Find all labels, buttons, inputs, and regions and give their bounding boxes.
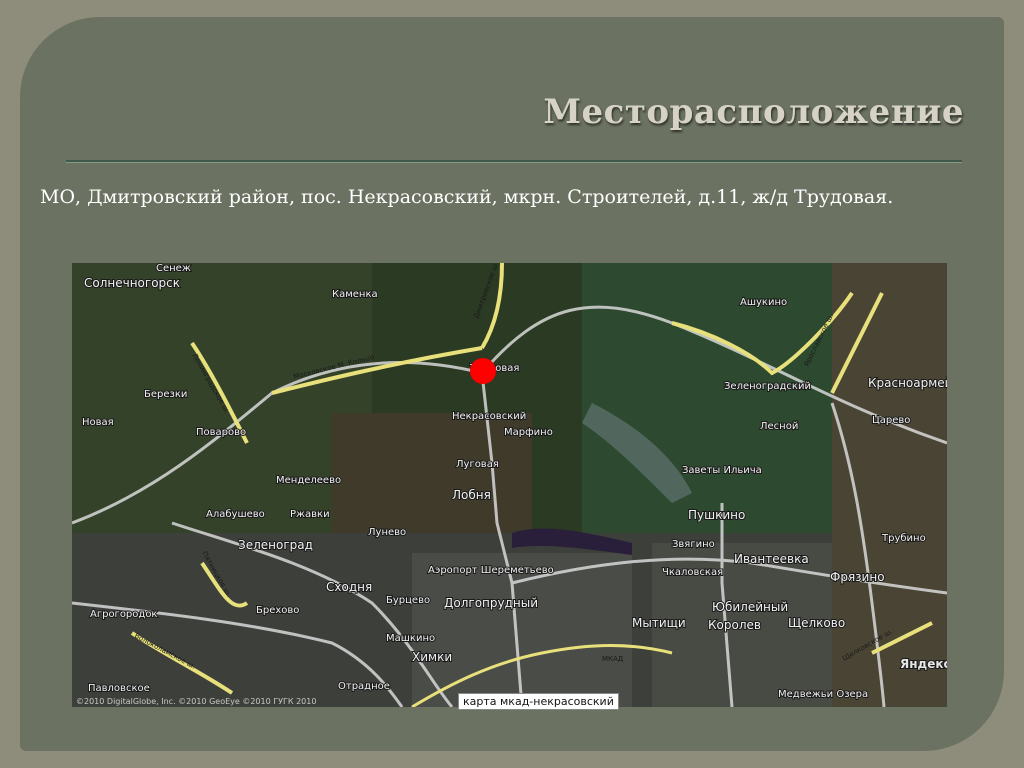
place-label: Отрадное: [338, 681, 390, 692]
place-label: Марфино: [504, 427, 553, 438]
place-label: Химки: [412, 650, 452, 664]
place-label: Ашукино: [740, 297, 787, 308]
place-label: Павловское: [88, 683, 150, 694]
terrain-fields-e: [832, 263, 947, 707]
place-label: Поварово: [196, 427, 246, 438]
place-label: Аэропорт Шереметьево: [428, 565, 554, 576]
place-label: Ивантеевка: [734, 552, 809, 566]
road-label: МКАД: [602, 655, 624, 663]
place-label: Красноармейск: [868, 376, 947, 390]
place-label: Некрасовский: [452, 411, 526, 422]
slide-title: Месторасположение: [543, 92, 964, 132]
place-label: Луговая: [456, 459, 499, 470]
place-label: Медвежьи Озера: [778, 689, 868, 700]
terrain-urban-center: [412, 553, 632, 707]
place-label: Бурцево: [386, 595, 430, 606]
place-label: Алабушево: [206, 509, 265, 520]
map-canvas: Сенеж Солнечногорск Каменка Трудовая Ашу…: [72, 263, 947, 707]
place-label: Менделеево: [276, 475, 341, 486]
place-label: Солнечногорск: [84, 276, 180, 290]
place-label: Царево: [872, 415, 910, 426]
title-divider: [66, 160, 962, 162]
place-label: Звягино: [672, 539, 715, 550]
terrain-forest-ne: [582, 263, 832, 533]
place-label: Сенеж: [156, 263, 191, 274]
place-label: Зеленоград: [238, 538, 313, 552]
place-label: Лесной: [760, 421, 798, 432]
place-label: Каменка: [332, 289, 378, 300]
place-label: Заветы Ильича: [682, 465, 762, 476]
place-label: Щелково: [788, 616, 845, 630]
place-label: Юбилейный: [712, 600, 788, 614]
place-label: Долгопрудный: [444, 596, 538, 610]
place-label: Зеленоградский: [724, 381, 811, 392]
map-caption[interactable]: карта мкад-некрасовский: [458, 693, 619, 710]
place-label: Агрогородок: [90, 609, 157, 620]
place-label: Трубино: [881, 533, 926, 544]
map-copyright: ©2010 DigitalGlobe, Inc. ©2010 GeoEye ©2…: [76, 697, 317, 706]
place-label: Королев: [708, 618, 761, 632]
terrain-fields-center: [332, 413, 532, 533]
yandex-logo: Яндекс: [900, 657, 947, 671]
place-label: Брехово: [256, 605, 299, 616]
place-label: Пушкино: [688, 508, 745, 522]
place-label: Новая: [82, 417, 114, 428]
place-label: Ржавки: [290, 509, 330, 520]
location-marker[interactable]: [470, 358, 496, 384]
place-label: Машкино: [386, 633, 435, 644]
satellite-map[interactable]: Сенеж Солнечногорск Каменка Трудовая Ашу…: [72, 263, 947, 707]
place-label: Сходня: [326, 580, 372, 594]
address-text: МО, Дмитровский район, пос. Некрасовский…: [40, 186, 894, 208]
place-label: Лунево: [368, 527, 406, 538]
place-label: Лобня: [452, 488, 491, 502]
place-label: Мытищи: [632, 616, 686, 630]
place-label: Фрязино: [830, 570, 885, 584]
place-label: Чкаловская: [662, 567, 723, 578]
place-label: Березки: [144, 389, 187, 400]
